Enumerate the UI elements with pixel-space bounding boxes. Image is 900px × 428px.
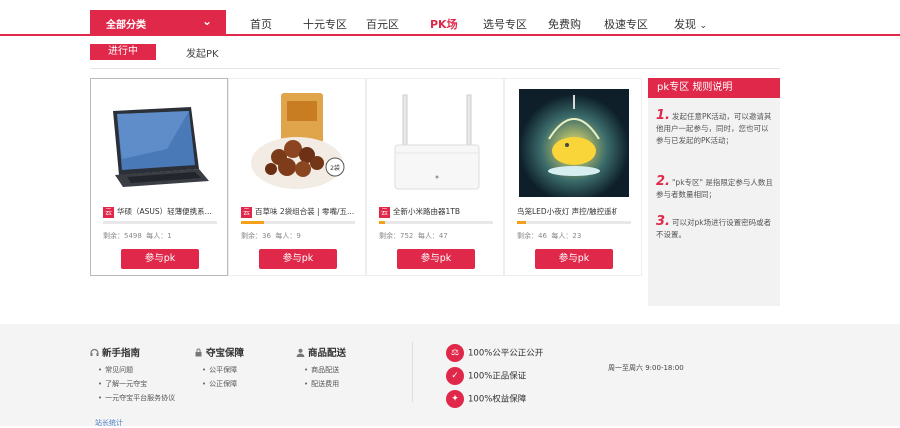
tab-launch-pk[interactable]: 发起PK	[186, 45, 219, 60]
product-card[interactable]: 2袋 云 百草味 2袋组合装 | 零嘴/五... 剩余：36 每人：9 参与pk	[228, 78, 366, 276]
product-name[interactable]: 全新小米路由器1TB	[393, 206, 493, 217]
product-stats: 剩余：752 每人：47	[379, 232, 448, 240]
rule-item: 1. 发起任意PK活动，可以邀请其他用户一起参与，同时，您也可以参与已发起的PK活…	[656, 108, 772, 145]
product-image-snack[interactable]: 2袋	[243, 89, 353, 197]
user-icon	[296, 348, 305, 357]
footer-link[interactable]: 了解一元夺宝	[98, 379, 147, 389]
all-categories-label: 全部分类	[106, 20, 146, 31]
all-categories-button[interactable]: 全部分类 ⌄	[90, 10, 226, 36]
rule-item: 2. "pk专区" 是指限定参与人数且参与者数量相同；	[656, 174, 773, 199]
footer-heading-guarantee: 夺宝保障	[194, 345, 244, 359]
nav-pk-arena[interactable]: PK场	[430, 16, 458, 32]
site-stats-link[interactable]: 站长统计	[95, 418, 123, 428]
footer-link[interactable]: 常见问题	[98, 365, 133, 375]
scales-icon: ⚖	[446, 344, 464, 362]
progress-bar	[517, 221, 631, 224]
product-image-router[interactable]	[381, 89, 491, 197]
product-stats: 剩余：5498 每人：1	[103, 232, 172, 240]
rules-panel: pk专区 规则说明 1. 发起任意PK活动，可以邀请其他用户一起参与，同时，您也可…	[648, 78, 780, 306]
guarantee-rights: ✦ 100%权益保障	[446, 390, 526, 408]
product-card[interactable]: 云 华硕（ASUS）轻薄便携系... 剩余：5498 每人：1 参与pk	[90, 78, 228, 276]
nav-home[interactable]: 首页	[250, 16, 272, 32]
nav-number-select[interactable]: 选号专区	[483, 16, 527, 32]
product-stats: 剩余：36 每人：9	[241, 232, 301, 240]
footer-link[interactable]: 公平保障	[202, 365, 237, 375]
nav-free-buy[interactable]: 免费购	[548, 16, 581, 32]
nav-express[interactable]: 极速专区	[604, 16, 648, 32]
brand-tag: 云	[241, 207, 252, 218]
top-navigation: 全部分类 ⌄ 首页 十元专区 百元区 PK场 选号专区 免费购 极速专区 发现 …	[0, 0, 900, 36]
product-stats: 剩余：46 每人：23	[517, 232, 582, 240]
lock-icon	[194, 348, 203, 357]
footer-link[interactable]: 公正保障	[202, 379, 237, 389]
gavel-icon: ✦	[446, 390, 464, 408]
divider	[412, 342, 413, 402]
footer-heading-guide: 新手指南	[90, 345, 140, 359]
chevron-down-icon: ⌄	[699, 21, 708, 31]
product-card[interactable]: 云 全新小米路由器1TB 剩余：752 每人：47 参与pk	[366, 78, 504, 276]
service-hours: 周一至周六 9:00-18:00	[608, 364, 684, 372]
footer-link[interactable]: 一元夺宝平台服务协议	[98, 393, 175, 403]
join-pk-button[interactable]: 参与pk	[259, 249, 337, 269]
product-image-night-light[interactable]	[519, 89, 629, 197]
shield-icon: ✓	[446, 367, 464, 385]
nav-hundred-yuan[interactable]: 百元区	[366, 16, 399, 32]
nav-ten-yuan[interactable]: 十元专区	[303, 16, 347, 32]
join-pk-button[interactable]: 参与pk	[121, 249, 199, 269]
svg-text:2袋: 2袋	[330, 164, 340, 172]
product-name[interactable]: 华硕（ASUS）轻薄便携系...	[117, 206, 217, 217]
product-name[interactable]: 鸟笼LED小夜灯 声控/触控遥机发...	[517, 206, 617, 217]
progress-bar	[241, 221, 355, 224]
product-name[interactable]: 百草味 2袋组合装 | 零嘴/五...	[255, 206, 355, 217]
join-pk-button[interactable]: 参与pk	[397, 249, 475, 269]
guarantee-genuine: ✓ 100%正品保证	[446, 367, 526, 385]
nav-discover[interactable]: 发现 ⌄	[674, 16, 707, 32]
brand-tag: 云	[379, 207, 390, 218]
chevron-down-icon: ⌄	[201, 14, 212, 28]
footer-heading-delivery: 商品配送	[296, 345, 346, 359]
join-pk-button[interactable]: 参与pk	[535, 249, 613, 269]
progress-bar	[379, 221, 493, 224]
guarantee-fair: ⚖ 100%公平公正公开	[446, 344, 543, 362]
product-image-laptop[interactable]	[105, 89, 215, 197]
rule-item: 3. 可以对pk场进行设置密码或者不设置。	[656, 214, 772, 239]
tab-in-progress[interactable]: 进行中	[90, 44, 156, 60]
product-card[interactable]: 鸟笼LED小夜灯 声控/触控遥机发... 剩余：46 每人：23 参与pk	[504, 78, 642, 276]
footer-link[interactable]: 配送费用	[304, 379, 339, 389]
rules-title: pk专区 规则说明	[648, 78, 780, 98]
divider	[90, 68, 780, 69]
headset-icon	[90, 348, 99, 357]
nav-discover-label: 发现	[674, 18, 696, 31]
footer-link[interactable]: 商品配送	[304, 365, 339, 375]
progress-bar	[103, 221, 217, 224]
brand-tag: 云	[103, 207, 114, 218]
